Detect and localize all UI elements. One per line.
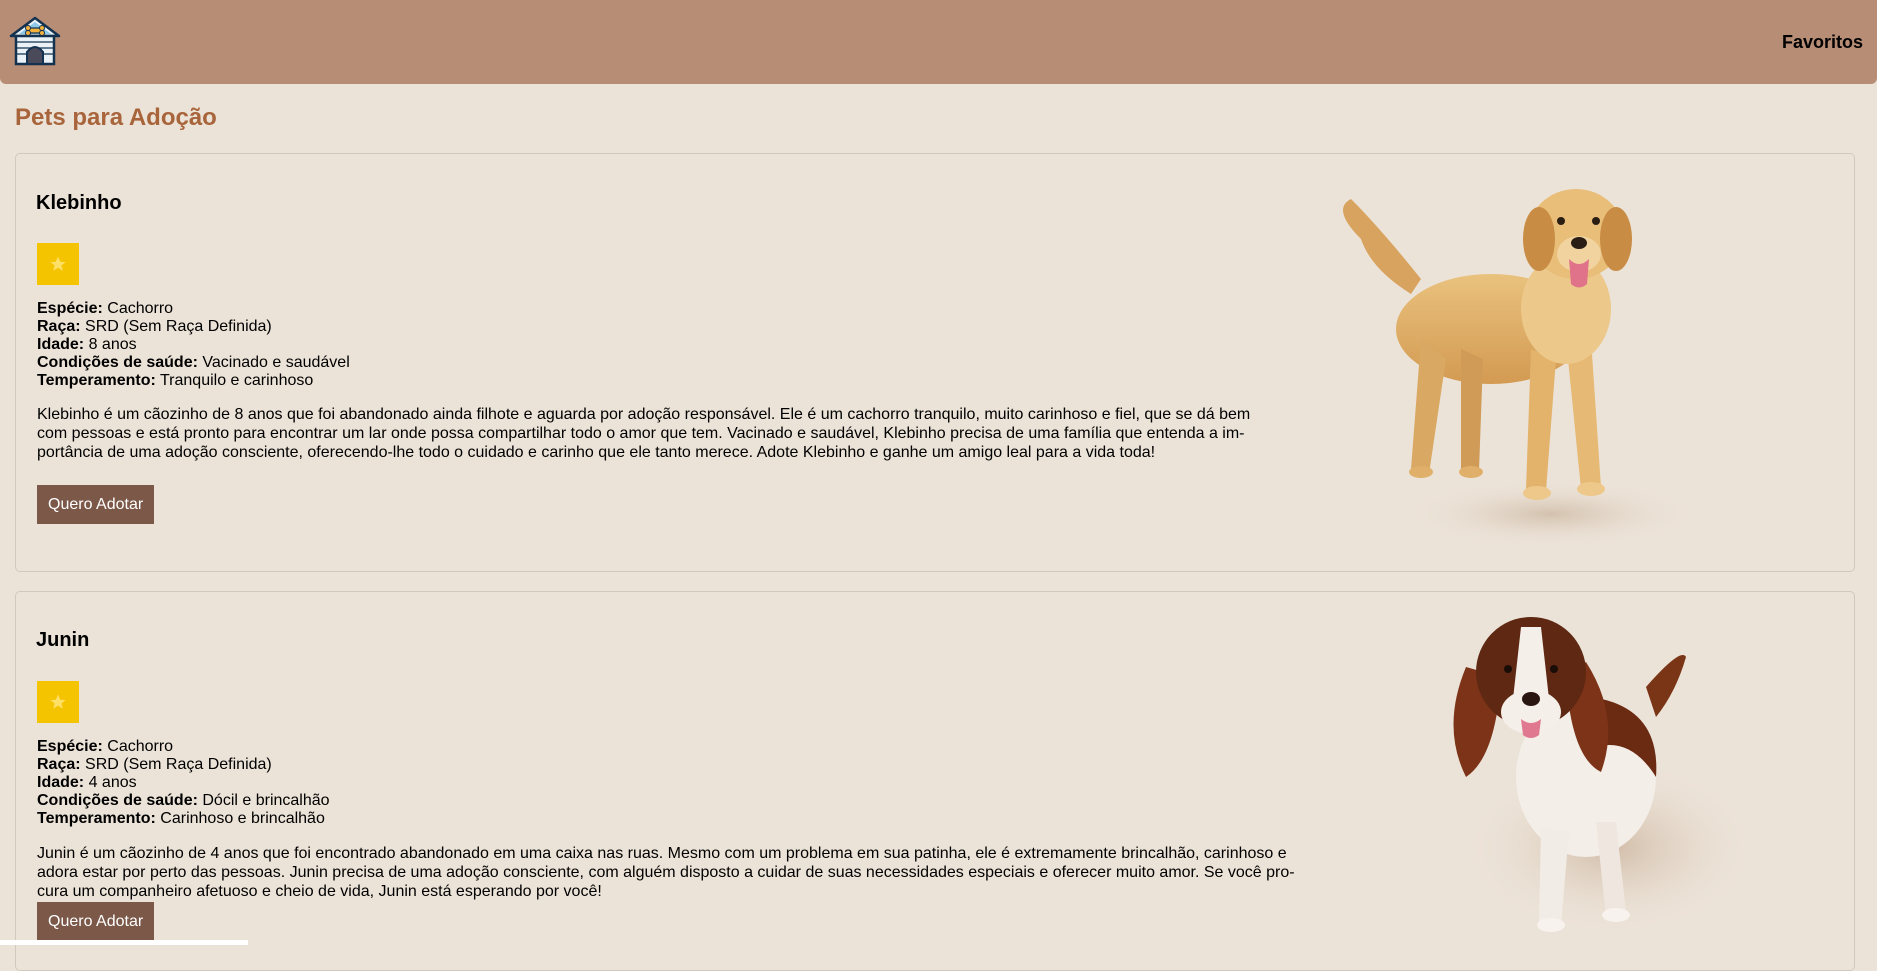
temperament-value: Tranquilo e carinhoso	[160, 372, 314, 389]
pet-name: Junin	[36, 629, 90, 651]
favorite-star-button[interactable]	[37, 681, 79, 723]
description-line: cura um companheiro afetuoso e cheio de …	[37, 883, 602, 900]
health-value: Vacinado e saudável	[202, 354, 350, 371]
breed-value: SRD (Sem Raça Definida)	[85, 318, 272, 335]
description-line: com pessoas e está pronto para encontrar…	[37, 425, 1245, 442]
pet-card: Junin Espécie: Cachorro Raça: SRD (Sem R…	[15, 591, 1855, 971]
favorite-star-button[interactable]	[37, 243, 79, 285]
pet-name: Klebinho	[36, 192, 122, 214]
temperament-row: Temperamento: Tranquilo e carinhoso	[37, 372, 1037, 390]
temperament-label: Temperamento:	[37, 810, 156, 827]
doghouse-logo-icon[interactable]	[9, 16, 61, 66]
species-label: Espécie:	[37, 738, 103, 755]
age-value: 8 anos	[88, 336, 137, 353]
species-row: Espécie: Cachorro	[37, 300, 1037, 318]
age-row: Idade: 4 anos	[37, 774, 1037, 792]
age-row: Idade: 8 anos	[37, 336, 1037, 354]
health-row: Condições de saúde: Dócil e brincalhão	[37, 792, 1037, 810]
breed-row: Raça: SRD (Sem Raça Definida)	[37, 318, 1037, 336]
age-label: Idade:	[37, 774, 85, 791]
health-label: Condições de saúde:	[37, 354, 198, 371]
bottom-edge-strip	[0, 940, 248, 945]
golden-retriever-photo	[1343, 189, 1701, 549]
breed-label: Raça:	[37, 318, 81, 335]
species-label: Espécie:	[37, 300, 103, 317]
temperament-row: Temperamento: Carinhoso e brincalhão	[37, 810, 1037, 828]
description-line: portância de uma adoção consciente, ofer…	[37, 444, 1156, 461]
description-line: Klebinho é um cãozinho de 8 anos que foi…	[37, 406, 1251, 423]
species-value: Cachorro	[107, 300, 174, 317]
star-icon	[50, 694, 66, 709]
description-line: adora estar por perto das pessoas. Junin…	[37, 864, 1295, 881]
health-row: Condições de saúde: Vacinado e saudável	[37, 354, 1037, 372]
health-value: Dócil e brincalhão	[202, 792, 330, 809]
species-value: Cachorro	[107, 738, 174, 755]
pet-details: Espécie: Cachorro Raça: SRD (Sem Raça De…	[37, 300, 1037, 390]
temperament-value: Carinhoso e brincalhão	[160, 810, 325, 827]
breed-label: Raça:	[37, 756, 81, 773]
pet-card: Klebinho Espécie: Cachorro Raça: SRD (Se…	[15, 153, 1855, 572]
spaniel-photo	[1453, 617, 1761, 937]
age-value: 4 anos	[88, 774, 137, 791]
star-icon	[50, 256, 66, 271]
favorites-link[interactable]: Favoritos	[1782, 32, 1863, 53]
breed-value: SRD (Sem Raça Definida)	[85, 756, 272, 773]
health-label: Condições de saúde:	[37, 792, 198, 809]
breed-row: Raça: SRD (Sem Raça Definida)	[37, 756, 1037, 774]
top-navbar: Favoritos	[0, 0, 1877, 84]
pet-description: Junin é um cãozinho de 4 anos que foi en…	[37, 844, 1295, 901]
adopt-button[interactable]: Quero Adotar	[37, 485, 155, 524]
page-title: Pets para Adoção	[15, 104, 217, 131]
adopt-button[interactable]: Quero Adotar	[37, 902, 155, 941]
temperament-label: Temperamento:	[37, 372, 156, 389]
age-label: Idade:	[37, 336, 85, 353]
pet-details: Espécie: Cachorro Raça: SRD (Sem Raça De…	[37, 738, 1037, 828]
species-row: Espécie: Cachorro	[37, 738, 1037, 756]
pet-description: Klebinho é um cãozinho de 8 anos que foi…	[37, 405, 1250, 462]
description-line: Junin é um cãozinho de 4 anos que foi en…	[37, 845, 1287, 862]
